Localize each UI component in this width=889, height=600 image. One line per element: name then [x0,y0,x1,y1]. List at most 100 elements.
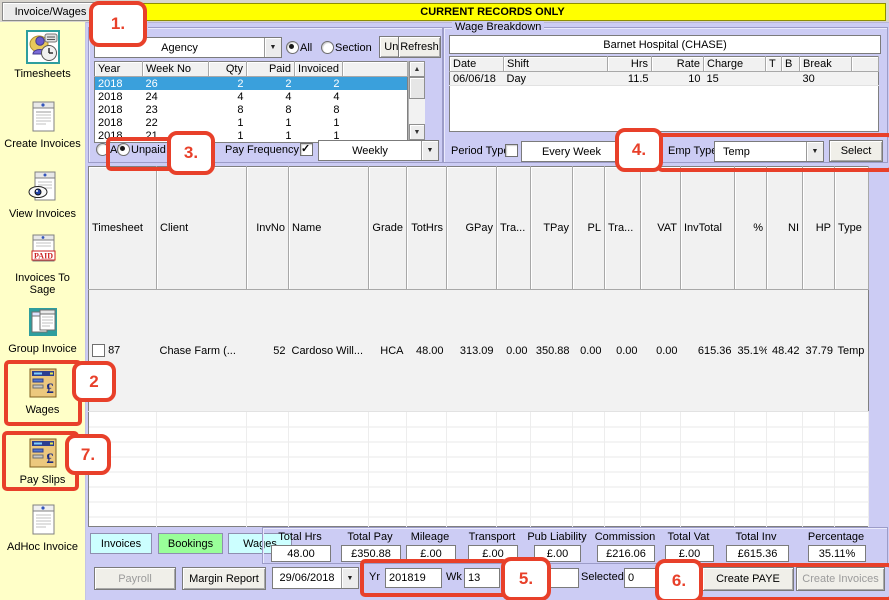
bookings-col-qty[interactable]: Qty [209,62,247,77]
wb-col-date[interactable]: Date [450,57,504,72]
timesheet-row[interactable]: 87 Chase Farm (... 52 Cardoso Will... HC… [89,289,869,412]
wb-col-charge[interactable]: Charge [704,57,766,72]
create-paye-button[interactable]: Create PAYE [702,567,794,591]
bookings-col-year[interactable]: Year [95,62,143,77]
col-grade[interactable]: Grade [369,167,407,290]
col-tra2[interactable]: Tra... [605,167,641,290]
invoice-wages-tab[interactable]: Invoice/Wages [2,2,99,21]
commission: Commission £216.06 [593,531,657,562]
total-vat-label: Total Vat [661,531,716,543]
sidebar-item-pay-slips[interactable]: £ Pay Slips [0,436,85,486]
tab-invoices[interactable]: Invoices [90,533,152,554]
current-records-banner: CURRENT RECORDS ONLY [99,3,886,21]
invoices-to-sage-icon: PAID [26,234,60,268]
pay-frequency-checkbox[interactable] [300,143,313,156]
create-paye-label: Create PAYE [716,573,780,585]
cell-vat: 0.00 [641,289,681,412]
bookings-col-invoiced[interactable]: Invoiced [295,62,343,77]
sidebar-item-label: Timesheets [3,68,83,80]
wb-col-b[interactable]: B [782,57,800,72]
col-client[interactable]: Client [157,167,247,290]
select-button[interactable]: Select [829,140,883,162]
sidebar-item-timesheets[interactable]: Timesheets [0,30,85,80]
bookings-row[interactable]: 201822 11 1 [95,116,408,129]
sidebar-item-wages[interactable]: £ Wages [0,366,85,416]
sidebar-item-create-invoices[interactable]: Create Invoices [0,100,85,150]
bookings-row[interactable]: 201824 44 4 [95,90,408,103]
sidebar-item-view-invoices[interactable]: View Invoices [0,170,85,220]
col-vat[interactable]: VAT [641,167,681,290]
col-tothrs[interactable]: TotHrs [407,167,447,290]
chevron-down-icon[interactable]: ▼ [621,142,638,161]
pay-frequency-dropdown[interactable]: Weekly ▼ [318,140,439,161]
bookings-scrollbar[interactable]: ▲ ▼ [408,61,425,140]
filter-unpaid-radio[interactable] [117,143,130,156]
chevron-down-icon[interactable]: ▼ [421,141,438,160]
date-dropdown[interactable]: 29/06/2018 ▼ [272,567,359,589]
col-invno[interactable]: InvNo [247,167,289,290]
wk-label: Wk [446,571,462,583]
all-radio[interactable] [286,41,299,54]
col-tpay[interactable]: TPay [531,167,573,290]
tab-bookings-label: Bookings [168,538,213,550]
blank-field[interactable] [550,568,579,588]
cell-tra2: 0.00 [605,289,641,412]
col-ni[interactable]: NI [767,167,803,290]
section-radio[interactable] [321,41,334,54]
col-pl[interactable]: PL [573,167,605,290]
sidebar-item-label: Wages [3,404,83,416]
tab-bookings[interactable]: Bookings [158,533,223,554]
wb-col-break[interactable]: Break [800,57,852,72]
period-type-checkbox[interactable] [505,144,518,157]
wb-col-shift[interactable]: Shift [504,57,608,72]
bookings-row[interactable]: 201823 88 8 [95,103,408,116]
emp-type-value: Temp [715,142,806,161]
col-timesheet[interactable]: Timesheet [89,167,157,290]
wage-breakdown-row[interactable]: 06/06/18Day 11.510 15 30 [450,72,879,86]
payroll-button[interactable]: Payroll [94,567,176,590]
total-vat: Total Vat £.00 [661,531,716,562]
margin-report-button[interactable]: Margin Report [182,567,266,590]
client-header-field: Barnet Hospital (CHASE) [449,35,881,54]
col-pct[interactable]: % [735,167,767,290]
refresh-button[interactable]: Refresh [398,36,441,58]
bookings-col-weekno[interactable]: Week No [143,62,209,77]
row-checkbox[interactable] [92,344,105,357]
period-dropdown[interactable]: Every Week ▼ [521,141,639,162]
bookings-row-selected[interactable]: 201826 22 2 [95,77,408,91]
wb-col-rate[interactable]: Rate [652,57,704,72]
mileage-label: Mileage [402,531,458,543]
chevron-down-icon[interactable]: ▼ [264,38,281,57]
sidebar-item-invoices-to-sage[interactable]: PAID Invoices To Sage [0,234,85,296]
svg-text:PAID: PAID [34,252,53,261]
chevron-down-icon[interactable]: ▼ [341,568,358,588]
wb-col-t[interactable]: T [766,57,782,72]
bookings-col-paid[interactable]: Paid [247,62,295,77]
filter-all-radio[interactable] [96,143,109,156]
scrollbar-thumb[interactable] [409,77,425,99]
col-name[interactable]: Name [289,167,369,290]
wb-col-hrs[interactable]: Hrs [608,57,652,72]
col-type[interactable]: Type [835,167,869,290]
sidebar-item-adhoc-invoice[interactable]: AdHoc Invoice [0,503,85,553]
scroll-up-icon[interactable]: ▲ [409,61,425,77]
create-invoices-button[interactable]: Create Invoices [796,567,885,591]
scroll-down-icon[interactable]: ▼ [409,124,425,140]
agency-dropdown[interactable]: Agency ▼ [94,37,282,58]
col-gpay[interactable]: GPay [447,167,497,290]
col-hp[interactable]: HP [803,167,835,290]
col-invtotal[interactable]: InvTotal [681,167,735,290]
chevron-down-icon[interactable]: ▼ [806,142,823,161]
selected-count-field[interactable]: 0 [624,568,662,588]
timesheets-icon [26,30,60,64]
sidebar-item-label: AdHoc Invoice [3,541,83,553]
emp-type-dropdown[interactable]: Temp ▼ [714,141,824,162]
sidebar-item-group-invoice[interactable]: Group Invoice [0,305,85,355]
total-inv-value: £615.36 [726,545,789,562]
wk-field[interactable]: 13 [464,568,500,588]
group-invoice-icon [26,305,60,339]
pub-liability: Pub Liability £.00 [526,531,588,562]
cell-gpay: 313.09 [447,289,497,412]
yr-field[interactable]: 201819 [385,568,442,588]
col-tra1[interactable]: Tra... [497,167,531,290]
